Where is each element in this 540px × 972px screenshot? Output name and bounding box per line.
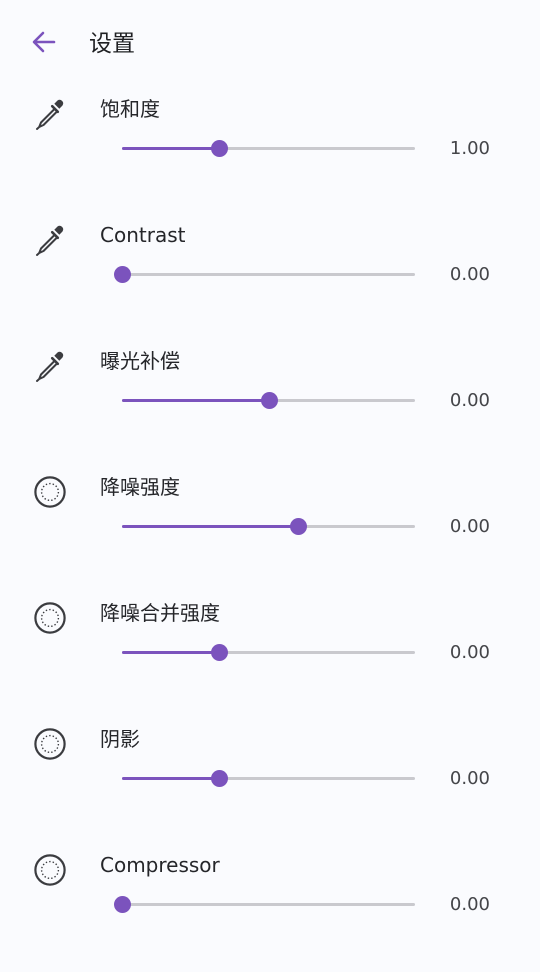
slider-thumb[interactable]	[289, 518, 307, 535]
setting-value: 0.00	[449, 894, 490, 915]
setting-value: 0.00	[449, 516, 490, 537]
setting-row: 曝光补偿 0.00	[0, 342, 540, 468]
setting-label: Contrast	[100, 223, 186, 247]
setting-value: 1.00	[449, 138, 490, 159]
setting-row: 阴影 0.00	[0, 720, 540, 846]
setting-label: 阴影	[100, 727, 140, 751]
slider-thumb[interactable]	[114, 266, 131, 283]
app-bar: 设置	[0, 0, 540, 90]
setting-label: 降噪合并强度	[100, 601, 220, 625]
setting-slider[interactable]	[122, 389, 415, 413]
slider-thumb[interactable]	[210, 770, 228, 787]
setting-row: Compressor 0.00	[0, 846, 540, 972]
arrow-left-icon	[31, 29, 57, 59]
setting-label: 饱和度	[100, 97, 160, 121]
setting-value: 0.00	[449, 390, 490, 411]
dotted-circle-icon	[32, 726, 68, 762]
slider-thumb[interactable]	[210, 140, 228, 157]
setting-row: 饱和度 1.00	[0, 90, 540, 216]
setting-value: 0.00	[449, 642, 490, 663]
setting-slider[interactable]	[122, 641, 415, 665]
dotted-circle-icon	[32, 852, 68, 888]
slider-fill	[122, 147, 219, 150]
setting-value: 0.00	[449, 768, 490, 789]
slider-fill	[122, 399, 269, 402]
dotted-circle-icon	[32, 600, 68, 636]
setting-label: Compressor	[100, 853, 220, 877]
dotted-circle-icon	[32, 474, 68, 510]
setting-slider[interactable]	[122, 515, 415, 539]
setting-slider[interactable]	[122, 767, 415, 791]
eyedropper-icon	[32, 222, 68, 258]
eyedropper-icon	[32, 348, 68, 384]
slider-fill	[122, 525, 298, 528]
setting-row: 降噪强度 0.00	[0, 468, 540, 594]
eyedropper-icon	[32, 96, 68, 132]
slider-track	[122, 273, 415, 276]
setting-value: 0.00	[449, 264, 490, 285]
setting-slider[interactable]	[114, 263, 415, 287]
setting-label: 曝光补偿	[100, 349, 180, 373]
slider-fill	[122, 777, 219, 780]
slider-thumb[interactable]	[260, 392, 278, 409]
slider-thumb[interactable]	[210, 644, 228, 661]
slider-fill	[122, 651, 219, 654]
setting-slider[interactable]	[122, 137, 415, 161]
setting-label: 降噪强度	[100, 475, 180, 499]
setting-row: 降噪合并强度 0.00	[0, 594, 540, 720]
back-button[interactable]	[26, 26, 62, 62]
setting-row: Contrast 0.00	[0, 216, 540, 342]
slider-thumb[interactable]	[114, 896, 131, 913]
setting-slider[interactable]	[114, 893, 415, 917]
slider-track	[122, 903, 415, 906]
page-title: 设置	[89, 31, 135, 57]
